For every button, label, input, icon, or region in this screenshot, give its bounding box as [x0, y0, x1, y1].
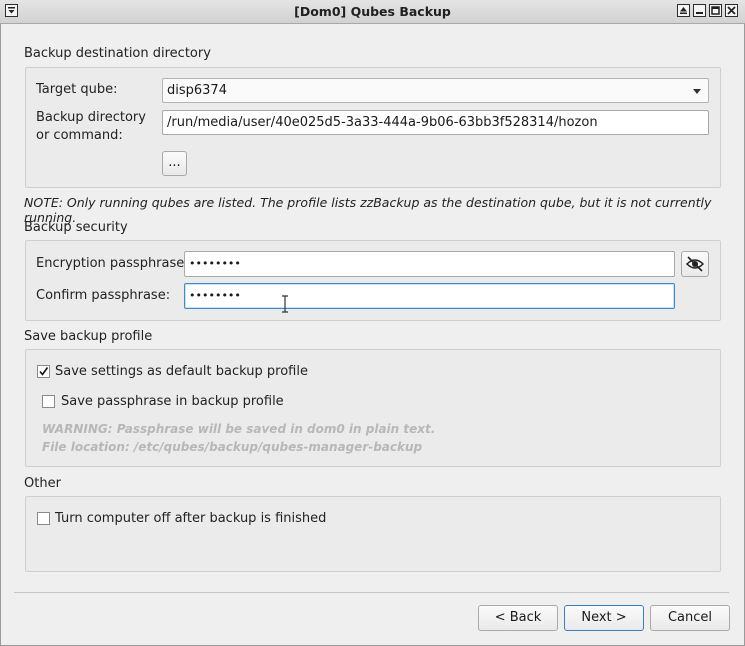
security-section-title: Backup security	[24, 220, 128, 235]
next-button[interactable]: Next >	[564, 605, 644, 631]
minimize-icon[interactable]	[693, 4, 706, 17]
checkmark-icon	[39, 367, 49, 376]
warning-line-1: WARNING: Passphrase will be saved in dom…	[42, 422, 436, 436]
text-cursor-icon	[282, 295, 288, 313]
other-section-title: Other	[24, 476, 61, 491]
save-passphrase-checkbox[interactable]	[42, 395, 55, 408]
warning-line-2: File location: /etc/qubes/backup/qubes-m…	[42, 440, 423, 454]
save-default-checkbox[interactable]	[37, 365, 50, 378]
confirm-passphrase-input[interactable]: ••••••••	[184, 283, 675, 309]
destination-section-title: Backup destination directory	[24, 46, 211, 61]
confirm-passphrase-label: Confirm passphrase:	[36, 288, 171, 303]
backup-directory-label-line2: or command:	[36, 128, 123, 143]
shade-icon[interactable]	[677, 4, 690, 17]
chevron-down-icon	[693, 89, 701, 94]
profile-section-title: Save backup profile	[24, 329, 153, 344]
running-qubes-note: NOTE: Only running qubes are listed. The…	[24, 195, 712, 225]
plain-text-warning: WARNING: Passphrase will be saved in dom…	[42, 420, 435, 456]
encryption-passphrase-input[interactable]: ••••••••	[184, 251, 675, 277]
back-button[interactable]: < Back	[478, 605, 558, 631]
close-icon[interactable]	[725, 4, 738, 17]
save-passphrase-label[interactable]: Save passphrase in backup profile	[61, 393, 284, 411]
maximize-icon[interactable]	[709, 4, 722, 17]
cancel-button[interactable]: Cancel	[650, 605, 730, 631]
eye-slash-icon	[685, 256, 705, 272]
target-qube-label: Target qube:	[36, 82, 118, 97]
browse-button[interactable]: ...	[162, 151, 187, 176]
target-qube-select[interactable]: disp6374	[162, 78, 709, 103]
other-group	[25, 496, 721, 572]
target-qube-value: disp6374	[167, 83, 227, 98]
backup-directory-label-line1: Backup directory	[36, 110, 146, 125]
backup-directory-input[interactable]: /run/media/user/40e025d5-3a33-444a-9b06-…	[162, 110, 709, 135]
encryption-passphrase-label: Encryption passphrase:	[36, 256, 189, 271]
title-bar: [Dom0] Qubes Backup	[0, 0, 745, 24]
turn-off-label[interactable]: Turn computer off after backup is finish…	[55, 510, 326, 528]
save-default-label[interactable]: Save settings as default backup profile	[55, 363, 308, 381]
window-title: [Dom0] Qubes Backup	[294, 4, 451, 19]
turn-off-checkbox[interactable]	[37, 512, 50, 525]
footer-divider	[14, 592, 729, 593]
reveal-passphrase-button[interactable]	[681, 251, 709, 277]
backup-directory-label: Backup directory or command:	[36, 109, 146, 145]
